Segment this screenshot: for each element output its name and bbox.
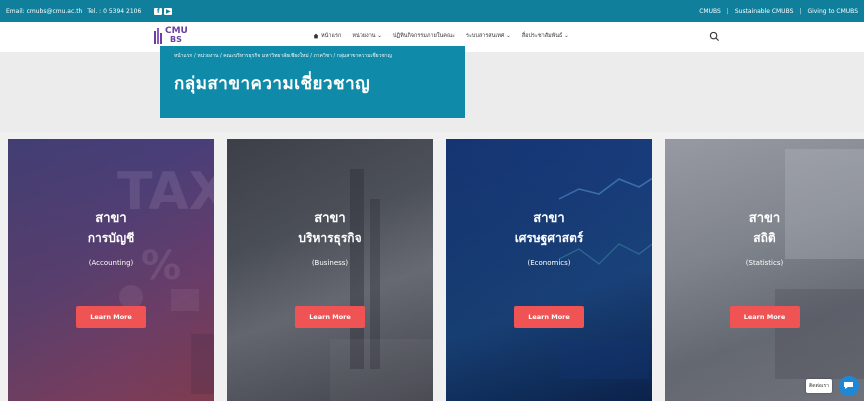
card-title: เศรษฐศาสตร์ (514, 231, 584, 245)
chat-label[interactable]: ติดต่อเรา (806, 379, 832, 393)
link-sustainable[interactable]: Sustainable CMUBS (735, 8, 794, 15)
page-header: หน้าแรก / หน่วยงาน / คณะบริหารธุรกิจ มหา… (160, 46, 465, 118)
chat-icon (844, 382, 853, 389)
tel-text[interactable]: Tel. : 0 5394 2106 (87, 8, 141, 15)
learn-more-button[interactable]: Learn More (514, 306, 584, 328)
nav-item-home[interactable]: หน้าแรก (313, 32, 341, 40)
card-subtitle: (Accounting) (88, 259, 134, 267)
nav-menu: หน้าแรก หน่วยงาน ⌄ ปฏิทินกิจกรรมภายในคณะ… (313, 32, 569, 40)
nav-item-label: หน้าแรก (321, 33, 342, 39)
card-title-prefix: สาขา (533, 211, 565, 226)
nav-item-label: หน่วยงาน ⌄ (352, 33, 382, 39)
card-title: บริหารธุรกิจ (298, 231, 362, 245)
card-content: สาขา เศรษฐศาสตร์ (Economics) (446, 209, 652, 267)
breadcrumb[interactable]: หน้าแรก / หน่วยงาน / คณะบริหารธุรกิจ มหา… (174, 52, 454, 60)
logo-text-bottom: BS (170, 35, 182, 44)
learn-more-button[interactable]: Learn More (295, 306, 365, 328)
card-title-prefix: สาขา (748, 211, 781, 226)
card-subtitle: (Business) (311, 259, 349, 267)
department-cards: TAX % สาขา การบัญชี (Accounting) Learn M… (0, 139, 864, 401)
social-links: f ▶ (154, 7, 173, 15)
link-giving[interactable]: Giving to CMUBS (807, 8, 858, 15)
card-subtitle: (Statistics) (745, 259, 784, 267)
nav-item-info-systems[interactable]: ระบบสารสนเทศ ⌄ (466, 32, 511, 40)
logo-mark-icon (154, 28, 162, 44)
card-accounting[interactable]: TAX % สาขา การบัญชี (Accounting) Learn M… (8, 139, 214, 401)
nav-item-departments[interactable]: หน่วยงาน ⌄ (352, 32, 382, 40)
card-overlay (665, 139, 864, 401)
nav-item-label: สื่อประชาสัมพันธ์ ⌄ (521, 33, 569, 39)
home-icon (313, 33, 319, 39)
learn-more-button[interactable]: Learn More (76, 306, 146, 328)
youtube-icon[interactable]: ▶ (164, 7, 173, 15)
card-content: สาขา สถิติ (Statistics) (665, 209, 864, 267)
learn-more-button[interactable]: Learn More (729, 306, 800, 328)
divider: | (799, 7, 802, 15)
facebook-icon[interactable]: f (154, 7, 163, 15)
card-overlay (8, 139, 214, 401)
divider: | (726, 7, 729, 15)
nav-item-media[interactable]: สื่อประชาสัมพันธ์ ⌄ (522, 32, 569, 40)
email-text[interactable]: Email: cmubs@cmu.ac.th (6, 8, 82, 15)
nav-item-calendar[interactable]: ปฏิทินกิจกรรมภายในคณะ (393, 32, 455, 40)
search-icon[interactable] (709, 31, 720, 42)
card-title: การบัญชี (87, 231, 135, 245)
card-subtitle: (Economics) (527, 259, 571, 267)
card-overlay (446, 139, 652, 401)
card-statistics[interactable]: สาขา สถิติ (Statistics) Learn More (665, 139, 864, 401)
link-cmubs[interactable]: CMUBS (699, 8, 721, 15)
chat-button[interactable] (839, 376, 859, 396)
card-business[interactable]: สาขา บริหารธุรกิจ (Business) Learn More (227, 139, 433, 401)
nav-item-label: ปฏิทินกิจกรรมภายในคณะ (392, 33, 456, 39)
card-title-prefix: สาขา (314, 211, 346, 226)
card-title: สถิติ (753, 231, 776, 245)
card-economics[interactable]: สาขา เศรษฐศาสตร์ (Economics) Learn More (446, 139, 652, 401)
card-content: สาขา บริหารธุรกิจ (Business) (227, 209, 433, 267)
card-content: สาขา การบัญชี (Accounting) (8, 209, 214, 267)
card-title-prefix: สาขา (95, 211, 127, 226)
card-overlay (227, 139, 433, 401)
nav-item-label: ระบบสารสนเทศ ⌄ (466, 33, 511, 39)
top-bar: Email: cmubs@cmu.ac.th Tel. : 0 5394 210… (0, 0, 864, 22)
page-title: กลุ่มสาขาความเชี่ยวชาญ (174, 74, 371, 94)
